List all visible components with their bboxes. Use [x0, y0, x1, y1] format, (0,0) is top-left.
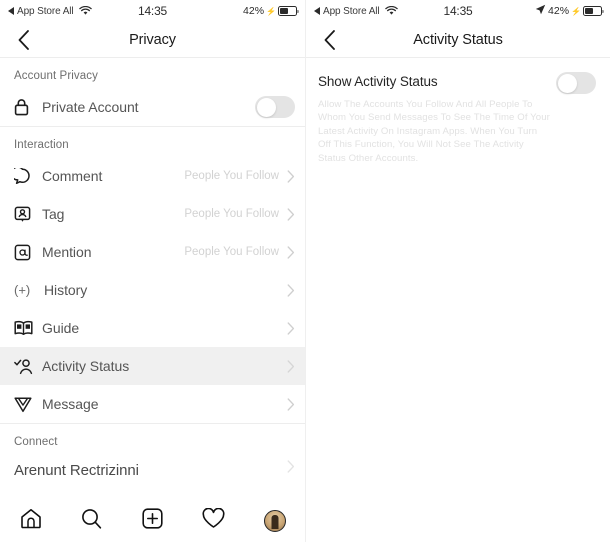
message-plane-icon — [14, 396, 38, 413]
activity-status-description: Allow The Accounts You Follow And All Pe… — [318, 99, 550, 164]
row-label-guide: Guide — [42, 320, 80, 336]
bottom-tab-bar — [0, 500, 305, 542]
add-post-icon — [142, 508, 163, 534]
row-history[interactable]: (+) History — [0, 271, 305, 309]
show-activity-status-toggle[interactable] — [556, 72, 596, 94]
carrier-label: App Store All — [323, 5, 380, 17]
chevron-right-icon — [287, 321, 295, 335]
back-button-activity-status[interactable] — [316, 27, 342, 53]
activity-status-header: Show Activity Status — [318, 72, 596, 94]
row-label-message: Message — [42, 396, 99, 412]
activity-status-icon — [14, 358, 38, 375]
row-value-tag: People You Follow — [184, 208, 279, 220]
battery-percent-label: 42% — [243, 5, 265, 17]
plus-history-icon: (+) — [14, 282, 38, 298]
row-connect-account[interactable]: Arenunt Rectrizinni — [0, 454, 305, 484]
home-icon — [20, 508, 42, 534]
bolt-icon: ⚡ — [266, 6, 276, 16]
section-header-interaction: Interaction — [14, 139, 69, 151]
row-label-history: History — [44, 282, 88, 298]
search-icon — [81, 508, 102, 534]
page-title-privacy: Privacy — [129, 31, 176, 48]
tag-person-icon — [14, 206, 38, 223]
privacy-screen: App Store All 14:35 42% ⚡ Privacy Accoun… — [0, 0, 305, 542]
back-button-privacy[interactable] — [10, 27, 36, 53]
tab-search[interactable] — [72, 504, 112, 538]
tab-activity[interactable] — [194, 504, 234, 538]
chevron-right-icon — [287, 169, 295, 183]
status-bar-right: App Store All 14:35 42% ⚡ — [306, 0, 610, 22]
dual-screen-container: App Store All 14:35 42% ⚡ Privacy Accoun… — [0, 0, 610, 542]
section-header-connect: Connect — [14, 436, 58, 448]
bolt-icon: ⚡ — [571, 6, 581, 16]
chevron-right-icon — [287, 397, 295, 411]
chevron-left-icon — [18, 29, 29, 50]
tab-profile[interactable] — [255, 504, 295, 538]
tab-home[interactable] — [11, 504, 51, 538]
battery-percent-label: 42% — [548, 5, 570, 17]
status-bar-left-group: App Store All — [8, 6, 92, 17]
row-activity-status[interactable]: Activity Status — [0, 347, 305, 385]
row-value-mention: People You Follow — [184, 246, 279, 258]
row-mention[interactable]: Mention People You Follow — [0, 233, 305, 271]
chevron-right-icon — [287, 460, 295, 478]
status-bar-left-group: App Store All — [314, 6, 398, 17]
carrier-label: App Store All — [17, 5, 74, 17]
row-private-account[interactable]: Private Account — [0, 88, 305, 126]
navbar-privacy: Privacy — [0, 22, 305, 58]
status-bar-left: App Store All 14:35 42% ⚡ — [0, 0, 305, 22]
section-header-account-privacy: Account Privacy — [14, 70, 98, 82]
connect-account-name: Arenunt Rectrizinni — [14, 461, 139, 479]
status-bar-right-group: 42% ⚡ — [243, 5, 299, 17]
svg-text:(+): (+) — [14, 283, 30, 298]
private-account-toggle[interactable] — [255, 96, 295, 118]
activity-status-block: Show Activity Status Allow The Accounts … — [306, 58, 610, 165]
tab-add-post[interactable] — [133, 504, 173, 538]
row-guide[interactable]: Guide — [0, 309, 305, 347]
row-message[interactable]: Message — [0, 385, 305, 423]
triangle-left-icon — [314, 7, 320, 15]
row-comment[interactable]: Comment People You Follow — [0, 157, 305, 195]
heart-icon — [202, 507, 225, 534]
chevron-right-icon — [287, 245, 295, 259]
row-label-private-account: Private Account — [42, 99, 139, 115]
page-title-activity-status: Activity Status — [413, 31, 503, 48]
triangle-left-icon — [8, 7, 14, 15]
chevron-right-icon — [287, 283, 295, 297]
row-value-comment: People You Follow — [184, 170, 279, 182]
battery-icon — [278, 6, 299, 16]
activity-status-screen: App Store All 14:35 42% ⚡ Activity Statu… — [305, 0, 610, 542]
mention-at-icon — [14, 244, 38, 261]
guide-book-icon — [14, 320, 38, 336]
chevron-right-icon — [287, 207, 295, 221]
lock-icon — [14, 98, 38, 116]
comment-bubble-icon — [14, 167, 38, 185]
row-tag[interactable]: Tag People You Follow — [0, 195, 305, 233]
row-label-mention: Mention — [42, 244, 92, 260]
row-label-tag: Tag — [42, 206, 65, 222]
wifi-icon — [78, 6, 92, 16]
row-label-comment: Comment — [42, 168, 103, 184]
show-activity-status-label: Show Activity Status — [318, 74, 438, 89]
wifi-icon — [384, 6, 398, 16]
chevron-left-icon — [324, 29, 335, 50]
chevron-right-icon — [287, 359, 295, 373]
location-arrow-icon — [535, 4, 546, 18]
navbar-activity-status: Activity Status — [306, 22, 610, 58]
status-bar-right-group: 42% ⚡ — [535, 4, 604, 18]
profile-avatar-icon — [263, 510, 286, 532]
battery-icon — [583, 6, 604, 16]
row-label-activity-status: Activity Status — [42, 358, 130, 374]
